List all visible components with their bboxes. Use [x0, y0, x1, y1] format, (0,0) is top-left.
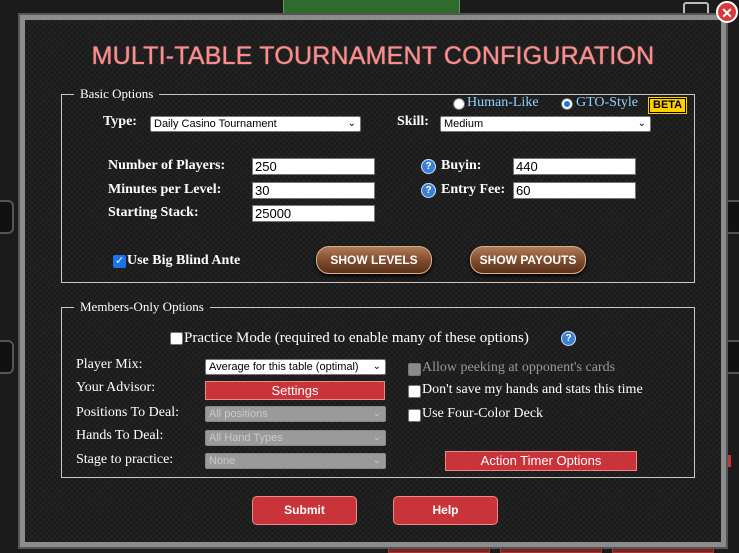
chevron-down-icon: ⌄: [347, 118, 356, 129]
advisor-settings-button[interactable]: Settings: [205, 381, 385, 400]
hands-label: Hands To Deal:: [76, 428, 164, 443]
allow-peeking-checkbox[interactable]: [408, 363, 421, 376]
dialog-title: MULTI-TABLE TOURNAMENT CONFIGURATION: [91, 42, 655, 70]
allow-peeking-label: Allow peeking at opponent's cards: [422, 360, 616, 375]
hands-value: All Hand Types: [209, 432, 283, 444]
positions-label: Positions To Deal:: [76, 405, 179, 420]
type-select-value: Daily Casino Tournament: [154, 118, 277, 130]
basic-options-legend: Basic Options: [80, 86, 154, 101]
help-button[interactable]: Help: [393, 496, 498, 525]
type-label: Type:: [103, 114, 137, 129]
big-blind-ante-checkbox[interactable]: [113, 254, 126, 268]
advisor-label: Your Advisor:: [76, 380, 156, 395]
four-color-checkbox[interactable]: [408, 409, 421, 422]
big-blind-ante-label: Use Big Blind Ante: [127, 253, 241, 268]
stage-value: None: [209, 455, 236, 467]
four-color-label: Use Four-Color Deck: [422, 406, 544, 421]
dont-save-checkbox[interactable]: [408, 385, 421, 398]
entry-fee-input[interactable]: 60: [513, 182, 636, 199]
help-icon[interactable]: ?: [421, 159, 436, 174]
background-seat-left-1: [0, 200, 14, 234]
help-icon[interactable]: ?: [561, 331, 576, 346]
human-like-label: Human-Like: [467, 95, 539, 110]
tournament-config-dialog: MULTI-TABLE TOURNAMENT CONFIGURATION Bas…: [20, 15, 726, 547]
skill-label: Skill:: [397, 114, 429, 129]
stage-label: Stage to practice:: [76, 452, 174, 467]
beta-badge: BETA: [649, 98, 687, 113]
players-input[interactable]: 250: [252, 158, 375, 175]
skill-select-value: Medium: [444, 118, 484, 130]
stack-input[interactable]: 25000: [252, 205, 375, 222]
stack-label: Starting Stack:: [108, 205, 199, 220]
dont-save-label: Don't save my hands and stats this time: [422, 382, 643, 397]
positions-value: All positions: [209, 408, 268, 420]
hands-select[interactable]: All Hand Types ⌄: [205, 430, 386, 446]
positions-select[interactable]: All positions ⌄: [205, 406, 386, 422]
background-seat-left-2: [0, 340, 14, 374]
practice-mode-checkbox[interactable]: [170, 332, 183, 345]
chevron-down-icon: ⌄: [372, 455, 381, 466]
action-timer-button[interactable]: Action Timer Options: [445, 451, 637, 471]
type-select[interactable]: Daily Casino Tournament ⌄: [150, 116, 361, 132]
gto-style-label: GTO-Style: [576, 95, 638, 110]
player-mix-select[interactable]: Average for this table (optimal) ⌄: [205, 359, 386, 375]
minutes-label: Minutes per Level:: [108, 182, 222, 197]
gto-style-radio[interactable]: [561, 98, 573, 110]
show-payouts-button[interactable]: SHOW PAYOUTS: [470, 246, 586, 274]
human-like-radio[interactable]: [453, 98, 465, 110]
player-mix-label: Player Mix:: [76, 357, 143, 372]
chevron-down-icon: ⌄: [372, 432, 381, 443]
close-icon[interactable]: ✕: [716, 1, 738, 23]
chevron-down-icon: ⌄: [372, 361, 381, 372]
player-mix-value: Average for this table (optimal): [209, 361, 359, 373]
entry-fee-label: Entry Fee:: [441, 182, 506, 197]
buyin-label: Buyin:: [441, 158, 482, 173]
members-options-legend: Members-Only Options: [80, 299, 204, 314]
help-icon[interactable]: ?: [421, 183, 436, 198]
skill-select[interactable]: Medium ⌄: [440, 116, 651, 132]
chevron-down-icon: ⌄: [637, 118, 646, 129]
show-levels-button[interactable]: SHOW LEVELS: [316, 246, 432, 274]
players-label: Number of Players:: [108, 158, 226, 173]
buyin-input[interactable]: 440: [513, 158, 636, 175]
submit-button[interactable]: Submit: [252, 496, 357, 525]
practice-mode-label: Practice Mode (required to enable many o…: [184, 330, 529, 346]
stage-select[interactable]: None ⌄: [205, 453, 386, 469]
minutes-input[interactable]: 30: [252, 182, 375, 199]
chevron-down-icon: ⌄: [372, 408, 381, 419]
